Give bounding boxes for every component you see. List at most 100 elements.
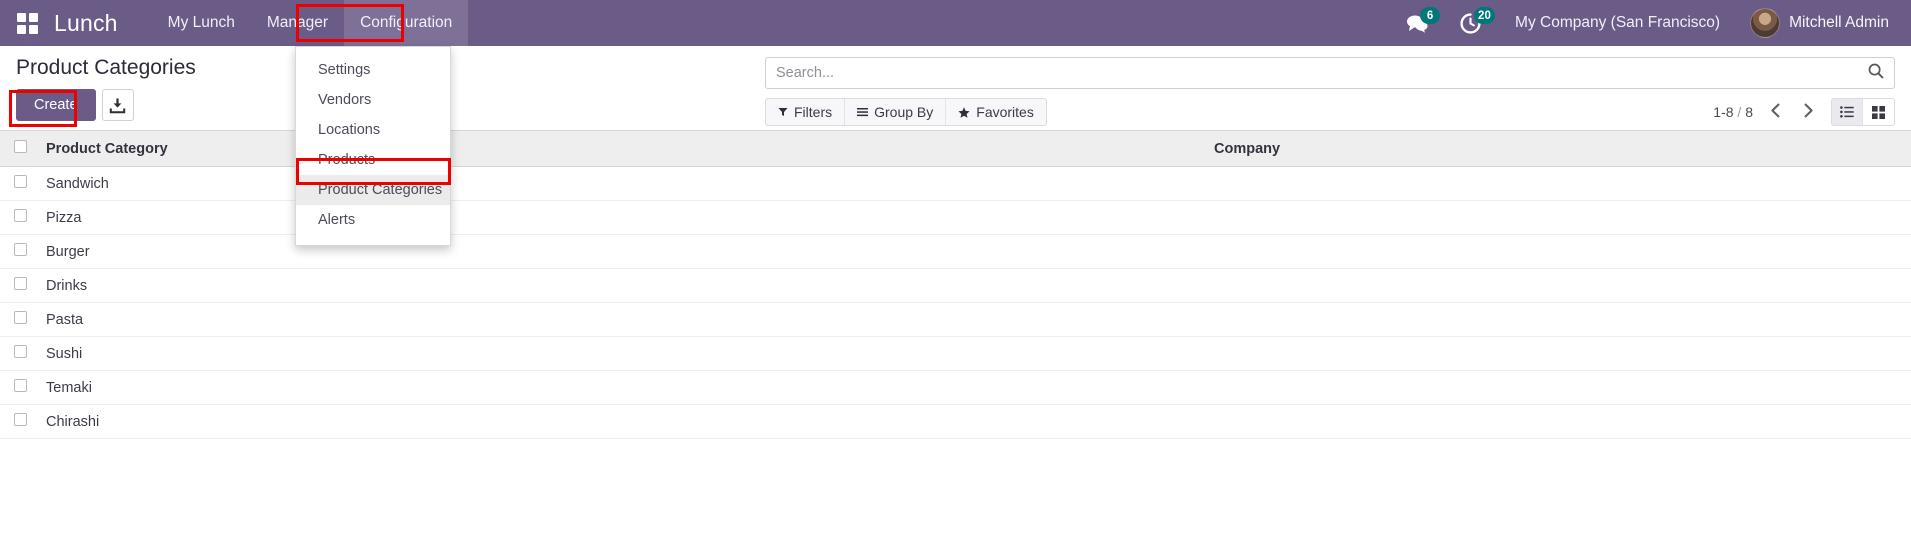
- cell-company[interactable]: [1206, 235, 1911, 269]
- list-view-icon: [1840, 106, 1854, 118]
- chevron-left-icon: [1770, 103, 1781, 118]
- dropdown-item-locations[interactable]: Locations: [296, 115, 450, 145]
- search-icon[interactable]: [1868, 63, 1884, 84]
- table-row[interactable]: Chirashi: [0, 405, 1911, 439]
- row-select-cell: [0, 201, 38, 235]
- table-header-row: Product Category Company: [0, 131, 1911, 167]
- view-switcher: [1831, 98, 1895, 126]
- table-header: Product Category Company: [0, 131, 1911, 167]
- row-checkbox[interactable]: [14, 345, 27, 358]
- pager-previous-button[interactable]: [1765, 103, 1786, 121]
- apps-menu-toggle[interactable]: [0, 0, 54, 46]
- import-download-icon: [109, 97, 126, 114]
- activities-count-badge: 20: [1474, 7, 1495, 24]
- cell-company[interactable]: [1206, 167, 1911, 201]
- row-checkbox[interactable]: [14, 209, 27, 222]
- row-select-cell: [0, 405, 38, 439]
- select-all-checkbox[interactable]: [14, 140, 27, 153]
- search-input[interactable]: Search...: [776, 65, 1868, 81]
- row-select-cell: [0, 337, 38, 371]
- row-select-cell: [0, 269, 38, 303]
- table-row[interactable]: Temaki: [0, 371, 1911, 405]
- cell-product-category[interactable]: Pasta: [38, 303, 1206, 337]
- row-select-cell: [0, 303, 38, 337]
- configuration-dropdown: Settings Vendors Locations Products Prod…: [295, 46, 451, 246]
- control-panel-right: Search... Filters: [765, 57, 1895, 126]
- cell-product-category[interactable]: Sushi: [38, 337, 1206, 371]
- avatar: [1750, 8, 1780, 38]
- activities-menu[interactable]: 20: [1446, 0, 1495, 46]
- table-row[interactable]: Sushi: [0, 337, 1911, 371]
- menu-my-lunch[interactable]: My Lunch: [152, 0, 251, 46]
- dropdown-item-product-categories[interactable]: Product Categories: [296, 175, 450, 205]
- app-brand: Lunch: [54, 0, 152, 46]
- menu-configuration[interactable]: Configuration: [344, 0, 468, 46]
- user-name: Mitchell Admin: [1789, 14, 1889, 32]
- cell-product-category[interactable]: Sandwich: [38, 167, 1206, 201]
- table-row[interactable]: Pasta: [0, 303, 1911, 337]
- cell-product-category[interactable]: Pizza: [38, 201, 1206, 235]
- filters-label: Filters: [794, 104, 832, 120]
- cell-product-category[interactable]: Drinks: [38, 269, 1206, 303]
- table-row[interactable]: Sandwich: [0, 167, 1911, 201]
- cell-company[interactable]: [1206, 405, 1911, 439]
- group-by-dropdown[interactable]: Group By: [845, 99, 946, 125]
- group-by-label: Group By: [874, 104, 933, 120]
- row-select-cell: [0, 235, 38, 269]
- pager-area: 1-8 / 8: [1713, 98, 1895, 126]
- table-row[interactable]: Drinks: [0, 269, 1911, 303]
- main-menu: My Lunch Manager Configuration: [152, 0, 469, 46]
- list-view-button[interactable]: [1832, 99, 1863, 125]
- cell-company[interactable]: [1206, 337, 1911, 371]
- pager-count[interactable]: 1-8 / 8: [1713, 104, 1753, 120]
- product-categories-table: Product Category Company SandwichPizzaBu…: [0, 131, 1911, 439]
- row-checkbox[interactable]: [14, 379, 27, 392]
- table-row[interactable]: Pizza: [0, 201, 1911, 235]
- row-checkbox[interactable]: [14, 243, 27, 256]
- dropdown-item-alerts[interactable]: Alerts: [296, 205, 450, 235]
- row-checkbox[interactable]: [14, 413, 27, 426]
- star-icon: [958, 107, 970, 118]
- create-button[interactable]: Create: [16, 89, 96, 121]
- search-bar[interactable]: Search...: [765, 57, 1895, 89]
- column-header-company[interactable]: Company: [1206, 131, 1911, 167]
- cell-product-category[interactable]: Burger: [38, 235, 1206, 269]
- chevron-right-icon: [1803, 103, 1814, 118]
- cell-product-category[interactable]: Chirashi: [38, 405, 1206, 439]
- dropdown-item-vendors[interactable]: Vendors: [296, 85, 450, 115]
- control-panel-left: Product Categories Create: [16, 56, 196, 121]
- company-switcher[interactable]: My Company (San Francisco): [1499, 14, 1736, 32]
- cell-company[interactable]: [1206, 269, 1911, 303]
- cell-product-category[interactable]: Temaki: [38, 371, 1206, 405]
- favorites-label: Favorites: [976, 104, 1034, 120]
- top-navbar: Lunch My Lunch Manager Configuration 6 2…: [0, 0, 1911, 46]
- pager-total: 8: [1745, 104, 1753, 120]
- navbar-systray: 6 20 My Company (San Francisco) Mitchell…: [1392, 0, 1911, 46]
- dropdown-item-products[interactable]: Products: [296, 145, 450, 175]
- kanban-view-button[interactable]: [1863, 99, 1894, 125]
- row-select-cell: [0, 167, 38, 201]
- hamburger-icon: [857, 107, 868, 117]
- table-row[interactable]: Burger: [0, 235, 1911, 269]
- kanban-view-icon: [1872, 106, 1885, 119]
- cell-company[interactable]: [1206, 303, 1911, 337]
- filters-dropdown[interactable]: Filters: [766, 99, 845, 125]
- dropdown-item-settings[interactable]: Settings: [296, 55, 450, 85]
- messages-menu[interactable]: 6: [1392, 0, 1442, 46]
- row-checkbox[interactable]: [14, 175, 27, 188]
- import-button[interactable]: [102, 89, 134, 121]
- column-header-product-category[interactable]: Product Category: [38, 131, 1206, 167]
- control-panel-tools: Filters Group By Favorites: [765, 98, 1895, 126]
- row-select-cell: [0, 371, 38, 405]
- cell-company[interactable]: [1206, 201, 1911, 235]
- control-panel: Product Categories Create Search...: [0, 46, 1911, 131]
- row-checkbox[interactable]: [14, 311, 27, 324]
- cell-company[interactable]: [1206, 371, 1911, 405]
- menu-manager[interactable]: Manager: [251, 0, 344, 46]
- row-checkbox[interactable]: [14, 277, 27, 290]
- user-menu[interactable]: Mitchell Admin: [1740, 8, 1895, 38]
- pager-next-button[interactable]: [1798, 103, 1819, 121]
- favorites-dropdown[interactable]: Favorites: [946, 99, 1046, 125]
- pager-separator: /: [1737, 104, 1741, 120]
- page-title: Product Categories: [16, 56, 196, 80]
